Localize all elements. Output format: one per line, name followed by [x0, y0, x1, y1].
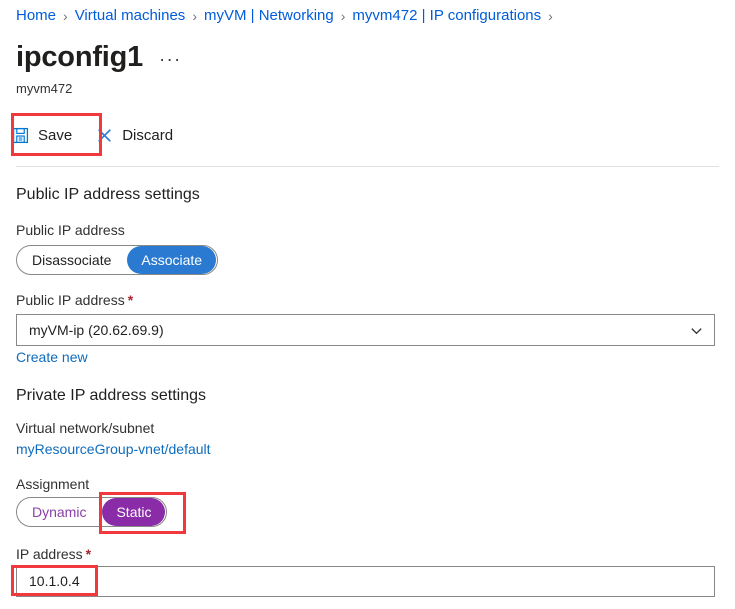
vnet-subnet-label: Virtual network/subnet: [16, 420, 154, 436]
breadcrumb: Home › Virtual machines › myVM | Network…: [16, 7, 560, 24]
breadcrumb-separator-icon: ›: [63, 8, 68, 24]
vnet-subnet-link[interactable]: myResourceGroup-vnet/default: [16, 441, 211, 457]
public-ip-association-toggle[interactable]: Disassociate Associate: [16, 245, 218, 275]
page-subtitle: myvm472: [16, 81, 72, 96]
private-ip-settings-heading: Private IP address settings: [16, 387, 206, 405]
ip-address-input[interactable]: 10.1.0.4: [16, 566, 715, 597]
chevron-down-icon: [689, 323, 704, 338]
pill-disassociate[interactable]: Disassociate: [18, 246, 125, 274]
public-ip-dropdown-label: Public IP address*: [16, 292, 133, 308]
discard-button-label: Discard: [122, 127, 173, 144]
breadcrumb-item-home[interactable]: Home: [16, 7, 56, 24]
public-ip-dropdown-label-text: Public IP address: [16, 292, 125, 308]
breadcrumb-item-myvm-networking[interactable]: myVM | Networking: [204, 7, 334, 24]
pill-dynamic[interactable]: Dynamic: [18, 498, 100, 526]
ip-address-label: IP address*: [16, 546, 91, 562]
public-ip-settings-heading: Public IP address settings: [16, 186, 200, 204]
required-asterisk: *: [128, 292, 133, 308]
pill-static[interactable]: Static: [102, 498, 165, 526]
close-x-icon: [96, 127, 113, 144]
required-asterisk: *: [86, 546, 91, 562]
assignment-label: Assignment: [16, 476, 89, 492]
breadcrumb-separator-icon: ›: [192, 8, 197, 24]
breadcrumb-separator-icon: ›: [341, 8, 346, 24]
toolbar-divider: [16, 166, 719, 167]
azure-ipconfig-page: Home › Virtual machines › myVM | Network…: [0, 0, 735, 609]
pill-associate[interactable]: Associate: [127, 246, 216, 274]
assignment-toggle[interactable]: Dynamic Static: [16, 497, 167, 527]
command-bar: Save Discard: [0, 113, 735, 157]
public-ip-dropdown-value: myVM-ip (20.62.69.9): [29, 322, 164, 338]
page-title: ipconfig1: [16, 40, 143, 74]
breadcrumb-separator-icon: ›: [548, 8, 553, 24]
save-floppy-icon: [12, 127, 29, 144]
discard-button[interactable]: Discard: [84, 116, 185, 154]
public-ip-toggle-label: Public IP address: [16, 222, 125, 238]
public-ip-dropdown[interactable]: myVM-ip (20.62.69.9): [16, 314, 715, 346]
create-new-public-ip-link[interactable]: Create new: [16, 349, 88, 365]
breadcrumb-item-ip-configurations[interactable]: myvm472 | IP configurations: [352, 7, 541, 24]
page-title-row: ipconfig1 ···: [16, 40, 182, 74]
more-options-icon[interactable]: ···: [159, 49, 181, 70]
save-button[interactable]: Save: [0, 116, 84, 154]
save-button-label: Save: [38, 127, 72, 144]
ip-address-label-text: IP address: [16, 546, 83, 562]
breadcrumb-item-virtual-machines[interactable]: Virtual machines: [75, 7, 186, 24]
